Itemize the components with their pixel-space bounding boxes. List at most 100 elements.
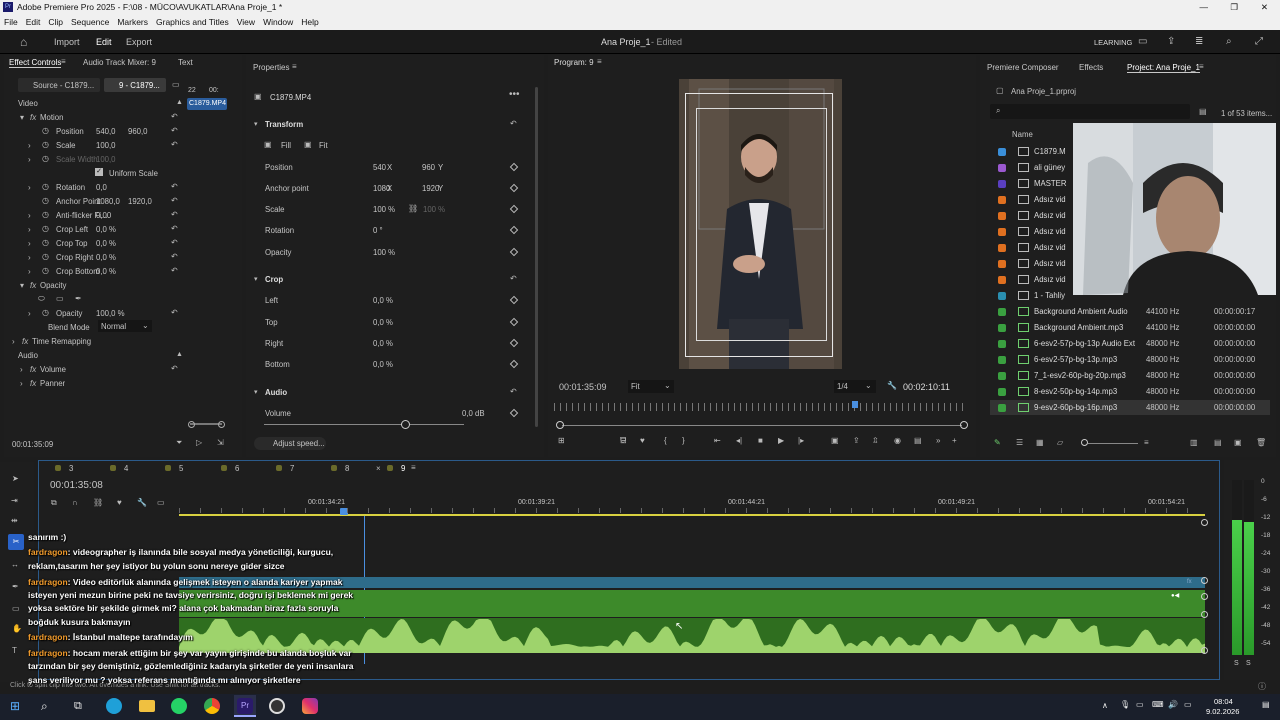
expand-arrow-icon[interactable]: ›: [20, 379, 23, 388]
keyframe-toggle-icon[interactable]: [509, 408, 519, 418]
mark-in-icon[interactable]: {: [664, 436, 667, 445]
safe-margins-icon[interactable]: ▣: [831, 436, 839, 445]
export-frame-icon[interactable]: ⇲: [217, 438, 224, 447]
obs-icon[interactable]: [269, 698, 285, 714]
label-color-swatch[interactable]: [998, 164, 1006, 172]
reset-icon[interactable]: ↶: [171, 364, 178, 373]
label-color-swatch[interactable]: [998, 292, 1006, 300]
checkbox-icon[interactable]: ✓: [95, 168, 103, 176]
solo-left[interactable]: S: [1234, 660, 1239, 667]
transform-section[interactable]: Transform: [265, 120, 303, 129]
prop-value[interactable]: 540: [373, 163, 386, 172]
expand-arrow-icon[interactable]: ›: [28, 155, 31, 164]
list-item[interactable]: ali güney: [990, 160, 1270, 175]
icon-view-icon[interactable]: ▦: [1036, 438, 1044, 447]
restore-icon[interactable]: ❐: [1230, 2, 1238, 13]
program-scroll-left-handle[interactable]: [556, 421, 564, 429]
reset-icon[interactable]: ↶: [171, 252, 178, 261]
list-item[interactable]: Adsız vid: [990, 256, 1270, 271]
ec-scroll-left-handle[interactable]: [188, 421, 195, 428]
clock-time[interactable]: 08:04: [1214, 697, 1233, 706]
ruler-ticks[interactable]: [179, 508, 1205, 513]
prop-value[interactable]: 100 %: [373, 248, 395, 257]
stopwatch-icon[interactable]: ◷: [42, 140, 49, 149]
keyframe-toggle-icon[interactable]: [509, 183, 519, 193]
play-icon[interactable]: ▶: [778, 436, 784, 445]
tray-chevron-icon[interactable]: ∧: [1102, 701, 1108, 710]
set-marker-icon[interactable]: ♥: [640, 436, 645, 445]
list-item[interactable]: Adsız vid: [990, 208, 1270, 223]
fx-icon[interactable]: fx: [30, 379, 36, 388]
battery-icon[interactable]: ▭: [1184, 700, 1192, 709]
trash-icon[interactable]: 🗑: [1256, 438, 1266, 447]
link-icon[interactable]: ⛓: [408, 204, 418, 213]
reset-icon[interactable]: ↶: [171, 126, 178, 135]
expand-arrow-icon[interactable]: ▾: [254, 120, 258, 128]
reset-icon[interactable]: ↶: [171, 112, 178, 121]
expand-arrow-icon[interactable]: ›: [28, 141, 31, 150]
menu-sequence[interactable]: Sequence: [67, 17, 113, 27]
more-icon[interactable]: •••: [509, 89, 520, 100]
wrench-icon[interactable]: 🔧: [887, 381, 897, 390]
tab-project[interactable]: Project: Ana Proje_1: [1127, 63, 1200, 73]
stopwatch-icon[interactable]: ◷: [42, 182, 49, 191]
learning-button[interactable]: LEARNING: [1094, 38, 1132, 47]
task-view-icon[interactable]: ⧉: [74, 700, 82, 713]
collapse-icon[interactable]: ▲: [176, 99, 183, 106]
stopwatch-icon[interactable]: ◷: [42, 308, 49, 317]
expand-arrow-icon[interactable]: ›: [28, 225, 31, 234]
zoom-slider[interactable]: [1088, 443, 1138, 444]
menu-help[interactable]: Help: [297, 17, 322, 27]
freeform-view-icon[interactable]: ▱: [1057, 438, 1063, 447]
label-color-swatch[interactable]: [998, 276, 1006, 284]
search-icon[interactable]: ⌕: [1226, 36, 1232, 47]
info-icon[interactable]: ⓘ: [1258, 681, 1266, 692]
list-item[interactable]: 9-esv2-60p-bg-16p.mp3 48000 Hz 00:00:00:00: [990, 400, 1270, 415]
list-item[interactable]: Adsız vid: [990, 240, 1270, 255]
label-color-swatch[interactable]: [998, 196, 1006, 204]
quick-export-icon[interactable]: ≣: [1195, 36, 1203, 47]
reset-icon[interactable]: ↶: [171, 140, 178, 149]
prop-value[interactable]: 0 °: [373, 226, 383, 235]
program-scroll-right-handle[interactable]: [960, 421, 968, 429]
play-audio-icon[interactable]: ▷: [196, 438, 202, 447]
instagram-icon[interactable]: [302, 698, 318, 714]
type-tool-icon[interactable]: T: [12, 646, 17, 655]
label-color-swatch[interactable]: [998, 212, 1006, 220]
ec-value[interactable]: 0,0 %: [96, 239, 116, 248]
hand-tool-icon[interactable]: ✋: [12, 624, 22, 633]
menu-file[interactable]: File: [0, 17, 22, 27]
label-color-swatch[interactable]: [998, 308, 1006, 316]
sequence-tab[interactable]: 7: [290, 464, 294, 473]
reset-icon[interactable]: ↶: [510, 274, 517, 283]
program-mini-ruler[interactable]: [554, 403, 966, 411]
zoom-slider-thumb[interactable]: [1081, 439, 1088, 446]
linked-selection-icon[interactable]: ⛓: [93, 498, 103, 507]
video-frame[interactable]: [679, 79, 842, 369]
sequence-tab[interactable]: 9: [401, 464, 405, 473]
ec-value[interactable]: 0,0: [96, 183, 107, 192]
edge-icon[interactable]: [106, 698, 122, 714]
expand-arrow-icon[interactable]: ›: [28, 267, 31, 276]
new-item-icon[interactable]: ▣: [1234, 438, 1242, 447]
properties-scrollbar[interactable]: [535, 87, 538, 427]
import-tab[interactable]: Import: [54, 37, 80, 47]
share-icon[interactable]: ⇪: [1167, 36, 1175, 47]
mic-icon[interactable]: 🎙: [1120, 700, 1130, 709]
collapse-icon[interactable]: ▲: [176, 351, 183, 358]
prop-value[interactable]: 1920: [422, 184, 439, 193]
list-item[interactable]: 8-esv2-50p-bg-14p.mp3 48000 Hz 00:00:00:00: [990, 384, 1270, 399]
minimize-icon[interactable]: —: [1200, 2, 1209, 12]
expand-arrow-icon[interactable]: ▾: [20, 113, 24, 122]
step-back-icon[interactable]: ◂|: [736, 436, 742, 445]
source-tab[interactable]: Source - C1879...: [18, 78, 100, 92]
workspace-icon[interactable]: ▭: [1138, 36, 1147, 47]
expand-arrow-icon[interactable]: ▾: [20, 281, 24, 290]
label-color-swatch[interactable]: [998, 228, 1006, 236]
pen-tool-icon[interactable]: ✒: [12, 582, 19, 591]
ec-value[interactable]: 960,0: [128, 127, 148, 136]
label-color-swatch[interactable]: [998, 356, 1006, 364]
sequence-tab[interactable]: 8: [345, 464, 349, 473]
prop-value[interactable]: 0,0 %: [373, 339, 393, 348]
expand-arrow-icon[interactable]: ›: [20, 365, 23, 374]
